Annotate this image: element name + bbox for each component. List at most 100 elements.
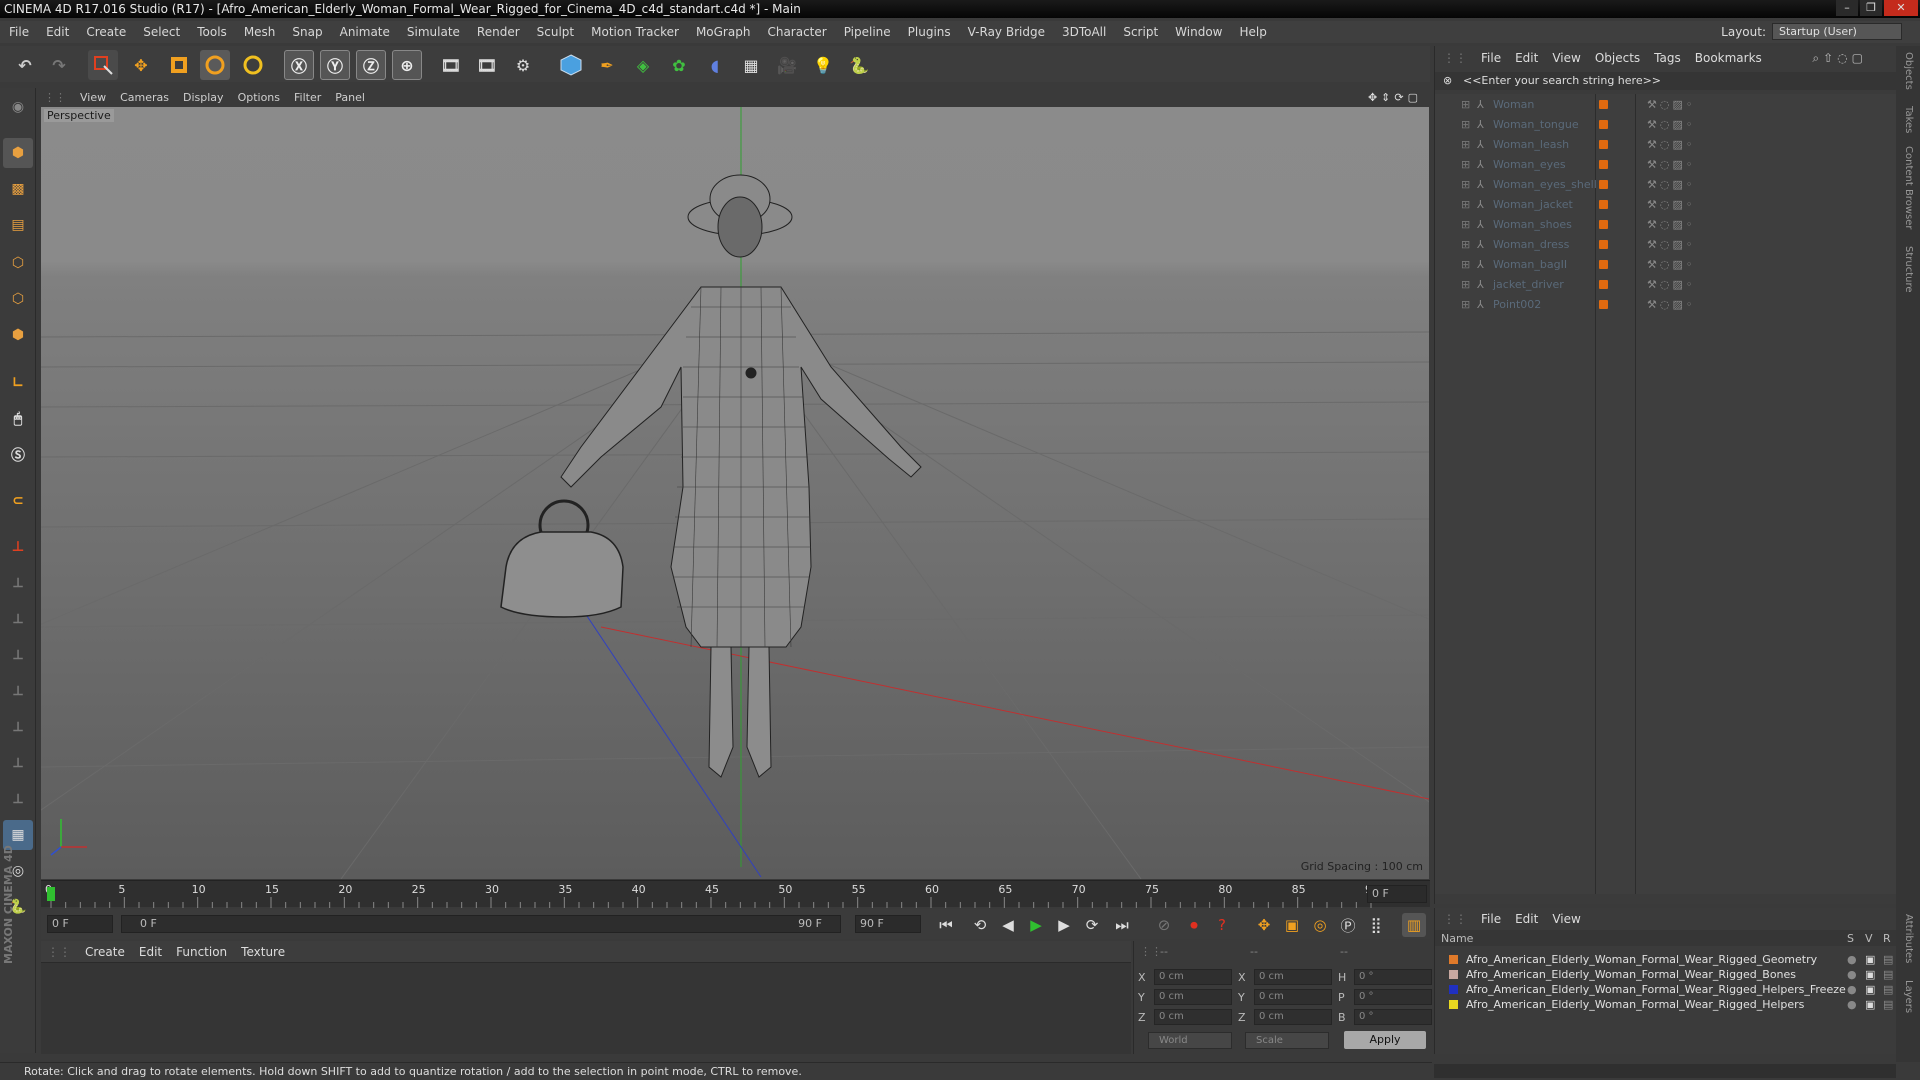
render-view-icon[interactable]: 🎞	[436, 50, 466, 80]
menu-window[interactable]: Window	[1166, 25, 1230, 39]
expand-icon[interactable]: ⊞	[1461, 198, 1470, 211]
start-frame-field[interactable]: 0 F	[47, 915, 113, 933]
viewport-menu-options[interactable]: Options	[238, 91, 280, 104]
scale-icon[interactable]	[164, 50, 194, 80]
viewport-navigation-icons[interactable]: ✥⇕⟳▢	[1368, 91, 1422, 104]
layer-solo-icon[interactable]: ●	[1847, 968, 1857, 981]
menu-snap[interactable]: Snap	[283, 25, 330, 39]
make-editable-icon[interactable]: ◉	[3, 92, 33, 122]
layer-render-icon[interactable]: ▤	[1883, 953, 1893, 966]
object-row[interactable]: ⊞ ⅄ Woman_bagII ⚒◌▨◦	[1435, 254, 1897, 274]
layer-tag-icon[interactable]	[1599, 120, 1608, 129]
minimize-button[interactable]: –	[1836, 0, 1858, 16]
menu-script[interactable]: Script	[1114, 25, 1166, 39]
end-frame-field[interactable]: 90 F	[855, 915, 921, 933]
maximize-button[interactable]: ❐	[1860, 0, 1882, 16]
layer-color-swatch[interactable]	[1449, 985, 1458, 994]
tab-objects[interactable]: Objects	[1903, 52, 1914, 90]
material-menu-edit[interactable]: Edit	[139, 945, 162, 959]
live-selection-icon[interactable]	[88, 50, 118, 80]
menu-sculpt[interactable]: Sculpt	[528, 25, 582, 39]
expand-icon[interactable]: ⊞	[1461, 118, 1470, 131]
next-frame-icon[interactable]: ▶	[1052, 913, 1076, 937]
object-name[interactable]: Woman_dress	[1493, 238, 1569, 251]
menu-mograph[interactable]: MoGraph	[687, 25, 759, 39]
layer-color-swatch[interactable]	[1449, 970, 1458, 979]
key-position-icon[interactable]: ✥	[1252, 913, 1276, 937]
layer-tag-icon[interactable]	[1599, 180, 1608, 189]
layer-name[interactable]: Afro_American_Elderly_Woman_Formal_Wear_…	[1466, 953, 1817, 966]
current-frame-field[interactable]: 0 F	[1367, 885, 1427, 903]
rotate-icon[interactable]	[200, 50, 230, 80]
render-picture-viewer-icon[interactable]: 🎞	[472, 50, 502, 80]
object-tags-icons[interactable]: ⚒◌▨◦	[1647, 138, 1695, 151]
menu-animate[interactable]: Animate	[331, 25, 398, 39]
object-tags-icons[interactable]: ⚒◌▨◦	[1647, 258, 1695, 271]
timeline-ruler[interactable]: 051015202530354045505560657075808590 0 F	[41, 880, 1430, 908]
layer-render-icon[interactable]: ▤	[1883, 998, 1893, 1011]
expand-icon[interactable]: ⊞	[1461, 298, 1470, 311]
x-axis-lock-icon[interactable]: Ⓧ	[284, 50, 314, 80]
layout-select[interactable]: Startup (User)	[1772, 23, 1902, 40]
viewport-camera-label[interactable]: Perspective	[44, 109, 114, 122]
subdivision-surface-icon[interactable]: ◈	[628, 50, 658, 80]
locked-workplane-icon[interactable]: ⊥	[3, 532, 33, 562]
position-x-field[interactable]: 0 cm	[1154, 969, 1232, 985]
polygons-mode-icon[interactable]: ⬢	[3, 320, 33, 350]
recent-tool-icon[interactable]	[238, 50, 268, 80]
layer-solo-icon[interactable]: ●	[1847, 953, 1857, 966]
layer-visible-icon[interactable]: ▣	[1865, 998, 1875, 1011]
menu-select[interactable]: Select	[134, 25, 188, 39]
ik-tool-icon[interactable]: ⟂	[3, 604, 33, 634]
model-mode-icon[interactable]: ⬢	[3, 138, 33, 168]
object-row[interactable]: ⊞ ⅄ jacket_driver ⚒◌▨◦	[1435, 274, 1897, 294]
expand-icon[interactable]: ⊞	[1461, 278, 1470, 291]
layer-render-icon[interactable]: ▤	[1883, 968, 1893, 981]
object-name[interactable]: Woman	[1493, 98, 1534, 111]
object-tags-icons[interactable]: ⚒◌▨◦	[1647, 158, 1695, 171]
light-icon[interactable]: 💡	[808, 50, 838, 80]
layer-name[interactable]: Afro_American_Elderly_Woman_Formal_Wear_…	[1466, 983, 1846, 996]
expand-icon[interactable]: ⊞	[1461, 138, 1470, 151]
layer-horizontal-scrollbar[interactable]	[1434, 1064, 1896, 1078]
play-icon[interactable]: ▶	[1024, 913, 1048, 937]
layer-tag-icon[interactable]	[1599, 100, 1608, 109]
object-menu-objects[interactable]: Objects	[1595, 51, 1640, 65]
object-row[interactable]: ⊞ ⅄ Woman_shoes ⚒◌▨◦	[1435, 214, 1897, 234]
position-y-field[interactable]: 0 cm	[1154, 989, 1232, 1005]
menu-plugins[interactable]: Plugins	[899, 25, 959, 39]
expand-icon[interactable]: ⊞	[1461, 238, 1470, 251]
object-name[interactable]: Woman_leash	[1493, 138, 1569, 151]
viewport-menu-filter[interactable]: Filter	[294, 91, 321, 104]
layer-visible-icon[interactable]: ▣	[1865, 983, 1875, 996]
material-menu-create[interactable]: Create	[85, 945, 125, 959]
timeline-playhead[interactable]	[47, 887, 55, 901]
timeline-layout-icon[interactable]: ▥	[1402, 913, 1426, 937]
object-row[interactable]: ⊞ ⅄ Woman_eyes ⚒◌▨◦	[1435, 154, 1897, 174]
layer-name[interactable]: Afro_American_Elderly_Woman_Formal_Wear_…	[1466, 998, 1804, 1011]
expand-icon[interactable]: ⊞	[1461, 218, 1470, 231]
layer-tag-icon[interactable]	[1599, 240, 1608, 249]
key-rotation-icon[interactable]: ◎	[1308, 913, 1332, 937]
axis-mode-icon[interactable]: ∟	[3, 368, 33, 398]
menu-3dtoall[interactable]: 3DToAll	[1053, 25, 1114, 39]
layer-tag-icon[interactable]	[1599, 280, 1608, 289]
menu-file[interactable]: File	[0, 25, 37, 39]
menu-pipeline[interactable]: Pipeline	[835, 25, 899, 39]
move-icon[interactable]: ✥	[126, 50, 156, 80]
layer-tag-icon[interactable]	[1599, 260, 1608, 269]
object-tags-icons[interactable]: ⚒◌▨◦	[1647, 178, 1695, 191]
cube-icon[interactable]	[556, 50, 586, 80]
floor-icon[interactable]: ▦	[736, 50, 766, 80]
object-menu-edit[interactable]: Edit	[1515, 51, 1538, 65]
key-parameter-icon[interactable]: Ⓟ	[1336, 913, 1360, 937]
layer-solo-icon[interactable]: ●	[1847, 983, 1857, 996]
next-key-icon[interactable]: ⟳	[1080, 913, 1104, 937]
object-menu-view[interactable]: View	[1552, 51, 1580, 65]
object-tags-icons[interactable]: ⚒◌▨◦	[1647, 278, 1695, 291]
layer-color-swatch[interactable]	[1449, 955, 1458, 964]
layer-menu-view[interactable]: View	[1552, 912, 1580, 926]
previous-key-icon[interactable]: ⟲	[968, 913, 992, 937]
clear-search-icon[interactable]: ⊗	[1443, 72, 1452, 90]
previous-frame-icon[interactable]: ◀	[996, 913, 1020, 937]
